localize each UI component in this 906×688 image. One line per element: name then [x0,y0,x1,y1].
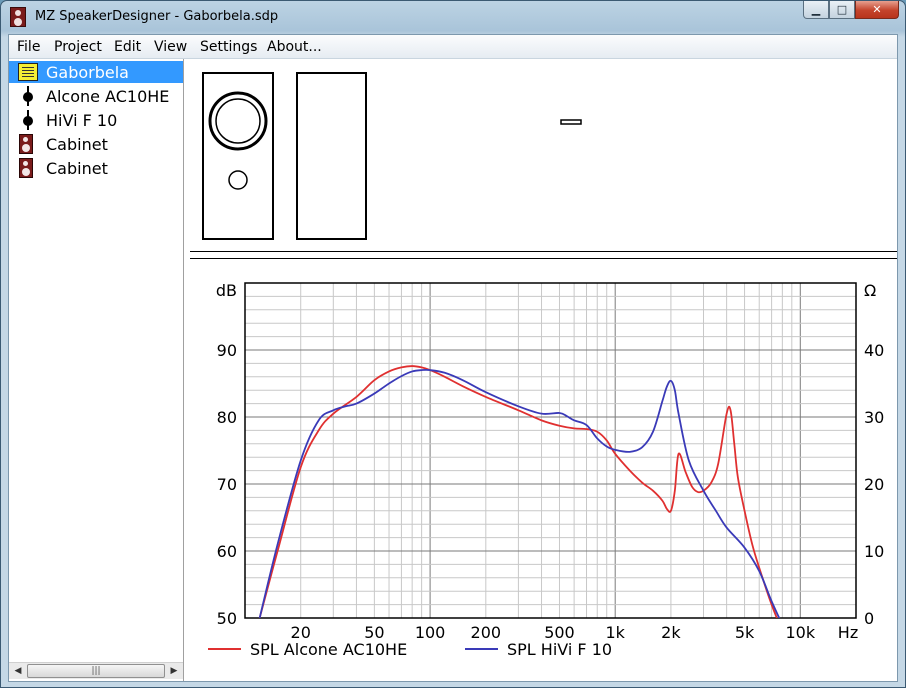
pane-splitter[interactable] [184,59,189,681]
tree-item-label: Cabinet [46,135,108,154]
scroll-thumb[interactable]: ||| [27,664,165,678]
y-tick-label: 90 [217,341,237,360]
spl-graph-area: 50 60 70 80 90 dB 0 10 20 30 40 Ω 20 50 100 200 500 1k 2k 5… [190,262,897,681]
small-driver-marker [560,119,582,125]
woofer-cone [215,98,261,144]
menu-file[interactable]: File [17,39,40,55]
port-circle [228,170,248,190]
y2-tick-label: 30 [864,408,884,427]
x-tick-label: 200 [471,623,502,642]
cabinet-icon [19,158,33,178]
tree-item-driver-hivi[interactable]: HiVi F 10 [9,109,183,131]
menu-bar: File Project Edit View Settings About... [9,35,897,59]
driver-icon [18,110,38,130]
y2-tick-label: 40 [864,341,884,360]
y-axis-label: dB [216,281,237,300]
scroll-right-arrow-icon[interactable]: ▶ [166,663,182,679]
title-bar[interactable]: MZ SpeakerDesigner - Gaborbela.sdp ▁ □ ✕ [1,1,905,33]
woofer-outer-ring [208,91,268,151]
cabinet-view [190,59,897,251]
app-window: MZ SpeakerDesigner - Gaborbela.sdp ▁ □ ✕… [0,0,906,688]
y-tick-label: 80 [217,408,237,427]
scroll-left-arrow-icon[interactable]: ◀ [10,663,26,679]
tree-item-label: HiVi F 10 [46,111,118,130]
y2-axis-label: Ω [864,281,876,300]
legend-label: SPL Alcone AC10HE [250,640,407,659]
y2-tick-label: 10 [864,542,884,561]
menu-edit[interactable]: Edit [114,39,141,55]
y-tick-label: 70 [217,475,237,494]
minimize-button[interactable]: ▁ [803,1,829,19]
y2-tick-label: 0 [864,609,874,628]
window-title: MZ SpeakerDesigner - Gaborbela.sdp [35,9,279,24]
app-speaker-icon[interactable] [10,7,26,27]
menu-about[interactable]: About... [267,39,322,55]
menu-settings[interactable]: Settings [200,39,257,55]
x-tick-label: 2k [661,623,681,642]
tree-item-label: Alcone AC10HE [46,87,170,106]
tree-item-cabinet-2[interactable]: Cabinet [9,157,183,179]
cabinet-icon [19,134,33,154]
project-icon [18,63,38,81]
client-area: File Project Edit View Settings About...… [8,34,898,682]
driver-icon [18,86,38,106]
cabinet-front-panel[interactable] [202,72,274,240]
x-axis-unit: Hz [838,623,858,642]
view-divider-top [190,251,897,252]
view-divider-bottom [190,258,897,259]
tree-item-project[interactable]: Gaborbela [9,61,183,83]
plot-frame [244,282,857,619]
menu-project[interactable]: Project [54,39,102,55]
tree-item-label: Cabinet [46,159,108,178]
y2-tick-label: 20 [864,475,884,494]
tree-item-driver-alcone[interactable]: Alcone AC10HE [9,85,183,107]
x-tick-label: 100 [415,623,446,642]
spl-chart: 5060708090dB010203040Ω20 50 100 200 500 1k 2k 5… [208,281,884,659]
tree-item-label: Gaborbela [46,63,129,82]
project-tree[interactable]: Gaborbela Alcone AC10HE HiVi F 10 Cabine… [9,59,184,681]
cabinet-drawing [202,72,582,240]
legend-label: SPL HiVi F 10 [507,640,612,659]
caption-buttons: ▁ □ ✕ [803,1,899,21]
close-button[interactable]: ✕ [855,1,899,19]
tree-item-cabinet-1[interactable]: Cabinet [9,133,183,155]
tree-horizontal-scrollbar[interactable]: ◀ ||| ▶ [9,662,183,679]
maximize-button[interactable]: □ [829,1,855,19]
x-tick-label: 10k [785,623,815,642]
cabinet-side-panel[interactable] [296,72,367,240]
x-tick-label: 5k [735,623,755,642]
y-tick-label: 50 [217,609,237,628]
menu-view[interactable]: View [154,39,187,55]
y-tick-label: 60 [217,542,237,561]
